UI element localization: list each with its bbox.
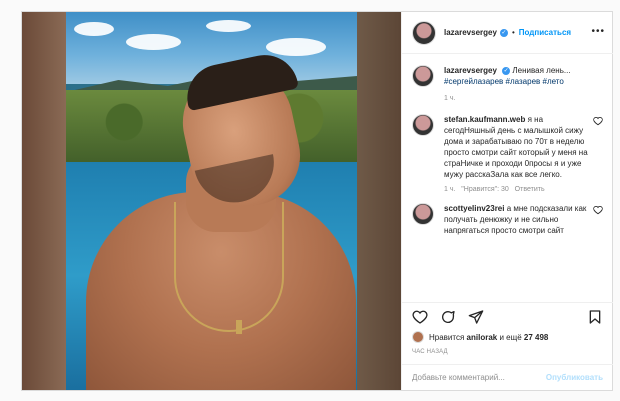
comment-likes[interactable]: "Нравится": 30 [461,186,509,193]
verified-badge-icon: ✓ [502,66,511,75]
author-avatar[interactable] [412,20,436,45]
comment-text-block: stefan.kaufmann.web я на сегодНяшный ден… [444,114,596,195]
caption-text-block: lazarevsergey ✓ Ленивая лень... #сергейл… [444,65,596,87]
cloud [266,38,326,56]
liker-username[interactable]: anilorak [467,333,498,342]
publish-button[interactable]: Опубликовать [546,373,603,382]
cross-pendant [236,320,242,334]
comment-item: stefan.kaufmann.web я на сегодНяшный ден… [412,114,603,195]
action-icons [402,303,613,331]
comment-time: 1 ч. [444,186,456,193]
photo-content [66,12,357,390]
post-photo[interactable] [22,12,401,390]
cloud [126,34,181,50]
like-heart-icon[interactable] [412,309,428,325]
caption-username[interactable]: lazarevsergey [444,66,497,75]
separator-dot: • [511,28,515,37]
cloud [74,22,114,36]
comment-text: я на сегодНяшный день с малышкой сижу до… [444,115,588,179]
comment-bubble-icon[interactable] [440,309,456,325]
verified-badge-icon: ✓ [499,28,508,37]
comment-username[interactable]: scottyelinv23rei [444,204,504,213]
liker-avatar[interactable] [412,331,424,343]
likes-prefix: Нравится [429,332,465,342]
comment-heart-icon[interactable] [593,116,603,126]
caption: lazarevsergey ✓ Ленивая лень... #сергейл… [412,65,603,87]
add-comment-bar: Добавьте комментарий... Опубликовать [402,364,613,390]
share-paper-plane-icon[interactable] [468,309,484,325]
author-username[interactable]: lazarevsergey [444,28,497,37]
post-header: lazarevsergey ✓ • Подписаться ••• [402,12,613,54]
comment-text-block: scottyelinv23rei а мне подсказали как по… [444,203,596,236]
necklace [174,202,284,332]
comment-avatar[interactable] [412,114,434,136]
post-timestamp: ЧАС НАЗАД [412,349,448,355]
comment-item: scottyelinv23rei а мне подсказали как по… [412,203,603,236]
comment-input[interactable]: Добавьте комментарий... [412,373,505,382]
likes-suffix: и ещё [499,332,522,342]
page: lazarevsergey ✓ • Подписаться ••• lazare… [0,0,620,401]
post-actions: Нравится anilorak и ещё 27 498 ЧАС НАЗАД… [402,302,613,390]
follow-button[interactable]: Подписаться [519,28,571,37]
comment-meta: 1 ч. "Нравится": 30 Ответить [444,184,596,195]
caption-time: 1 ч. [444,95,456,102]
caption-text: Ленивая лень... [512,66,571,75]
comments-list[interactable]: lazarevsergey ✓ Ленивая лень... #сергейл… [402,55,613,302]
bookmark-icon[interactable] [587,309,603,325]
comment-username[interactable]: stefan.kaufmann.web [444,115,525,124]
reply-button[interactable]: Ответить [515,186,545,193]
more-options-icon[interactable]: ••• [591,26,605,37]
post-card: lazarevsergey ✓ • Подписаться ••• lazare… [21,11,613,391]
likes-count[interactable]: 27 498 [524,333,548,342]
cloud [206,20,251,32]
likes-summary: Нравится anilorak и ещё 27 498 [402,331,613,343]
comment-heart-icon[interactable] [593,205,603,215]
comment-avatar[interactable] [412,203,434,225]
caption-hashtags[interactable]: #сергейлазарев #лазарев #лето [444,77,564,86]
caption-avatar[interactable] [412,65,434,87]
post-sidebar: lazarevsergey ✓ • Подписаться ••• lazare… [401,12,613,390]
